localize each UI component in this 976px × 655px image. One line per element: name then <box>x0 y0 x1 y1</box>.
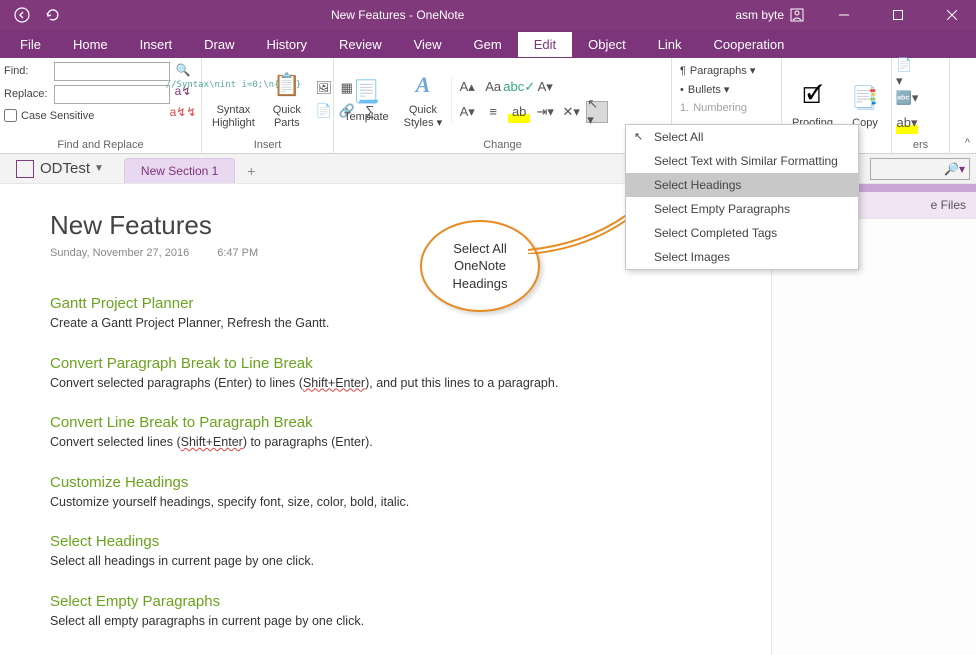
content-body[interactable]: Create a Gantt Project Planner, Refresh … <box>50 315 771 333</box>
notebook-name[interactable]: ODTest <box>40 160 90 177</box>
menu-item-cooperation[interactable]: Cooperation <box>698 32 801 57</box>
add-section-button[interactable]: + <box>235 159 267 183</box>
minimize-button[interactable] <box>822 0 866 30</box>
back-icon[interactable] <box>14 7 30 23</box>
titlebar: New Features - OneNote asm byte <box>0 0 976 30</box>
ribbon-group-change-label: Change <box>338 138 667 153</box>
select-menu-item[interactable]: Select Headings <box>626 173 858 197</box>
menu-item-object[interactable]: Object <box>572 32 642 57</box>
menu-item-home[interactable]: Home <box>57 32 124 57</box>
select-menu-item[interactable]: Select All <box>626 125 858 149</box>
find-input[interactable] <box>54 62 170 81</box>
replace-label: Replace: <box>4 88 50 100</box>
syntax-highlight-icon: //Syntax\nint i=0;\n{...} <box>216 68 250 102</box>
content-body[interactable]: Convert selected paragraphs (Enter) to l… <box>50 375 771 393</box>
content-heading[interactable]: Select Headings <box>50 533 771 550</box>
close-button[interactable] <box>930 0 974 30</box>
extra-btn-1[interactable]: 📄▾ <box>896 62 918 84</box>
content-body[interactable]: Select all headings in current page by o… <box>50 553 771 571</box>
quick-styles-button[interactable]: A Quick Styles ▾ <box>398 66 449 131</box>
find-next-button[interactable]: 🔍 <box>173 60 193 80</box>
bullets-dropdown[interactable]: • Bullets ▾ <box>676 81 759 98</box>
menubar: FileHomeInsertDrawHistoryReviewViewGemEd… <box>0 30 976 58</box>
search-input[interactable]: 🔎▾ <box>870 158 970 180</box>
select-menu-item[interactable]: Select Text with Similar Formatting <box>626 149 858 173</box>
spellcheck-icon[interactable]: abc✓ <box>508 76 530 98</box>
extra-btn-3[interactable]: ab▾ <box>896 112 918 134</box>
user-avatar-icon <box>790 8 804 22</box>
menu-item-gem[interactable]: Gem <box>458 32 518 57</box>
content-heading[interactable]: Customize Headings <box>50 474 771 491</box>
menu-item-view[interactable]: View <box>398 32 458 57</box>
user-name: asm byte <box>735 8 784 22</box>
user-account[interactable]: asm byte <box>735 8 804 22</box>
highlight-icon[interactable]: ab <box>508 101 530 123</box>
notebook-chevron-icon[interactable]: ▼ <box>94 163 104 174</box>
clear-format-icon[interactable]: ✕▾ <box>560 101 582 123</box>
menu-item-link[interactable]: Link <box>642 32 698 57</box>
content-heading[interactable]: Gantt Project Planner <box>50 295 771 312</box>
undo-icon[interactable] <box>44 7 60 23</box>
template-button[interactable]: 📃 Template <box>338 73 395 126</box>
syntax-highlight-button[interactable]: //Syntax\nint i=0;\n{...} Syntax Highlig… <box>206 66 261 131</box>
ribbon-group-find-label: Find and Replace <box>4 138 197 153</box>
quick-parts-button[interactable]: 📋 Quick Parts <box>264 66 310 131</box>
copy-icon: 📑 <box>848 81 882 115</box>
content-heading[interactable]: Select Empty Paragraphs <box>50 593 771 610</box>
page-time: 6:47 PM <box>217 247 258 259</box>
select-dropdown-button[interactable]: ↖ ▾ <box>586 101 608 123</box>
content-body[interactable]: Customize yourself headings, specify fon… <box>50 494 771 512</box>
select-menu-item[interactable]: Select Completed Tags <box>626 221 858 245</box>
content-body[interactable]: Select all empty paragraphs in current p… <box>50 613 771 631</box>
callout-text: Select All OneNote Headings <box>453 240 508 293</box>
align-icon[interactable]: ≡ <box>482 101 504 123</box>
font-decrease-icon[interactable]: A▾ <box>456 101 478 123</box>
numbering-dropdown[interactable]: 1. Numbering <box>676 100 759 116</box>
quick-styles-icon: A <box>406 68 440 102</box>
callout-tail-icon <box>528 214 628 254</box>
collapse-ribbon-icon[interactable]: ^ <box>965 137 970 149</box>
case-sensitive-label: Case Sensitive <box>21 110 94 122</box>
case-icon[interactable]: Aa <box>482 76 504 98</box>
select-dropdown-menu: Select AllSelect Text with Similar Forma… <box>625 124 859 270</box>
paragraphs-dropdown[interactable]: ¶ Paragraphs ▾ <box>676 62 759 79</box>
text-color-icon[interactable]: A▾ <box>534 76 556 98</box>
insert-picture-icon[interactable]: 🖼 <box>313 77 335 99</box>
font-increase-icon[interactable]: A▴ <box>456 76 478 98</box>
select-menu-item[interactable]: Select Images <box>626 245 858 269</box>
content-heading[interactable]: Convert Paragraph Break to Line Break <box>50 355 771 372</box>
quick-parts-icon: 📋 <box>270 68 304 102</box>
ribbon-group-insert-label: Insert <box>206 138 329 153</box>
select-menu-item[interactable]: Select Empty Paragraphs <box>626 197 858 221</box>
replace-input[interactable] <box>54 85 170 104</box>
menu-item-history[interactable]: History <box>251 32 323 57</box>
replace-all-button[interactable]: a↯↯ <box>173 102 193 122</box>
menu-item-review[interactable]: Review <box>323 32 398 57</box>
content-body[interactable]: Convert selected lines (Shift+Enter) to … <box>50 434 771 452</box>
page-date: Sunday, November 27, 2016 <box>50 247 189 259</box>
extra-btn-2[interactable]: 🔤▾ <box>896 87 918 109</box>
menu-item-insert[interactable]: Insert <box>124 32 189 57</box>
proofing-icon: 🗹 <box>795 81 829 115</box>
content-heading[interactable]: Convert Line Break to Paragraph Break <box>50 414 771 431</box>
maximize-button[interactable] <box>876 0 920 30</box>
menu-item-file[interactable]: File <box>4 32 57 57</box>
notebook-icon[interactable] <box>16 160 34 178</box>
menu-item-edit[interactable]: Edit <box>518 32 572 57</box>
find-label: Find: <box>4 65 50 77</box>
menu-item-draw[interactable]: Draw <box>188 32 250 57</box>
callout-annotation: Select All OneNote Headings <box>420 220 540 312</box>
template-icon: 📃 <box>349 75 383 109</box>
insert-file-icon[interactable]: 📄 <box>313 100 335 122</box>
case-sensitive-checkbox[interactable] <box>4 109 17 122</box>
indent-icon[interactable]: ⇥▾ <box>534 101 556 123</box>
section-tab[interactable]: New Section 1 <box>124 158 235 183</box>
window-title: New Features - OneNote <box>60 8 735 22</box>
